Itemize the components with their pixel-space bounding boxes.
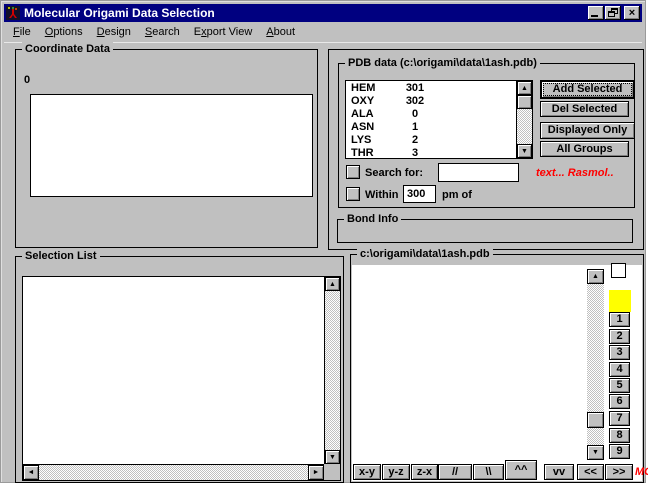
bond-info-title: Bond Info [344, 212, 401, 227]
arrow-left-icon: ◄ [28, 469, 35, 476]
bond-info-group: Bond Info [337, 219, 633, 243]
selection-list-group: Selection List ▲ ▼ ◄ ► [15, 256, 344, 483]
coordinate-data-list[interactable] [30, 94, 313, 197]
pdb-list[interactable]: HEM301 OXY302 ALA0 ASN1 LYS2 THR3 ▲ ▼ [345, 80, 533, 159]
group-button-8[interactable]: 8 [609, 428, 630, 443]
molecule-view-title: c:\origami\data\1ash.pdb [357, 247, 493, 262]
scroll-left-button[interactable]: ◄ [23, 465, 39, 480]
arrow-down-icon: ▼ [329, 454, 336, 461]
group-button-7[interactable]: 7 [609, 411, 630, 426]
within-label: Within [365, 189, 399, 202]
menu-design[interactable]: Design [90, 24, 138, 40]
selection-v-scrollbar[interactable]: ▲ ▼ [324, 277, 340, 464]
pdb-list-item[interactable]: LYS2 [346, 134, 515, 147]
scroll-down-button[interactable]: ▼ [587, 445, 604, 460]
pan-left-button[interactable]: << [577, 464, 604, 480]
app-window: Molecular Origami Data Selection × File … [0, 0, 646, 483]
arrow-up-icon: ▲ [521, 85, 528, 92]
search-checkbox[interactable] [346, 165, 360, 179]
group-button-5[interactable]: 5 [609, 378, 630, 393]
title-bar: Molecular Origami Data Selection × [4, 4, 642, 22]
text-rasmol-links[interactable]: text... Rasmol.. [536, 167, 614, 179]
group-button-9[interactable]: 9 [609, 444, 630, 459]
pan-up-button[interactable]: ^^ [505, 460, 537, 480]
selection-h-scrollbar[interactable]: ◄ ► [23, 464, 324, 480]
scroll-down-button[interactable]: ▼ [325, 450, 340, 464]
search-input[interactable] [438, 163, 519, 182]
menu-export-view[interactable]: Export View [187, 24, 260, 40]
window-title: Molecular Origami Data Selection [24, 6, 215, 20]
within-suffix-label: pm of [442, 189, 472, 202]
pdb-list-item[interactable]: THR3 [346, 147, 515, 160]
close-icon: × [629, 8, 635, 19]
rotate-ccw-button[interactable]: \\ [473, 464, 504, 480]
pdb-list-item[interactable]: HEM301 [346, 82, 515, 95]
displayed-only-button[interactable]: Displayed Only [540, 122, 635, 139]
pdb-data-title: PDB data (c:\origami\data\1ash.pdb) [345, 56, 540, 71]
within-checkbox[interactable] [346, 187, 360, 201]
arrow-right-icon: ► [313, 469, 320, 476]
canvas-v-scrollbar[interactable]: ▲ ▼ [587, 269, 604, 460]
menu-file[interactable]: File [6, 24, 38, 40]
pdb-data-group: PDB data (c:\origami\data\1ash.pdb) HEM3… [338, 63, 635, 208]
group-button-1[interactable]: 1 [609, 312, 630, 327]
pdb-list-item[interactable]: OXY302 [346, 95, 515, 108]
scroll-up-button[interactable]: ▲ [587, 269, 604, 284]
molecule-view-group: c:\origami\data\1ash.pdb ▲ ▼ 1 2 3 4 5 6… [350, 254, 644, 483]
within-distance-input[interactable] [403, 185, 436, 203]
scrollbar-thumb[interactable] [517, 95, 532, 109]
del-selected-button[interactable]: Del Selected [540, 101, 629, 117]
arrow-down-icon: ▼ [592, 449, 599, 456]
menu-bar: File Options Design Search Export View A… [4, 22, 642, 43]
minimize-icon [591, 15, 598, 17]
scrollbar-corner [324, 464, 340, 480]
pan-right-button[interactable]: >> [605, 464, 633, 480]
arrow-up-icon: ▲ [592, 273, 599, 280]
group-button-6[interactable]: 6 [609, 394, 630, 409]
arrow-down-icon: ▼ [521, 148, 528, 155]
scroll-down-button[interactable]: ▼ [517, 144, 532, 158]
display-checkbox[interactable] [611, 263, 626, 278]
scrollbar-thumb[interactable] [587, 412, 604, 428]
color-marker[interactable] [609, 290, 631, 312]
view-yz-button[interactable]: y-z [382, 464, 410, 480]
scroll-right-button[interactable]: ► [308, 465, 324, 480]
pdb-list-item[interactable]: ASN1 [346, 121, 515, 134]
arrow-up-icon: ▲ [329, 281, 336, 288]
coordinate-data-title: Coordinate Data [22, 42, 113, 57]
selection-list-title: Selection List [22, 249, 100, 264]
group-button-4[interactable]: 4 [609, 362, 630, 377]
minimize-button[interactable] [588, 6, 604, 20]
mo-link[interactable]: MO... [635, 466, 648, 478]
menu-search[interactable]: Search [138, 24, 187, 40]
group-button-3[interactable]: 3 [609, 345, 630, 360]
group-button-2[interactable]: 2 [609, 329, 630, 344]
search-label: Search for: [365, 167, 423, 180]
view-xy-button[interactable]: x-y [353, 464, 381, 480]
view-zx-button[interactable]: z-x [411, 464, 438, 480]
close-button[interactable]: × [624, 6, 640, 20]
scroll-up-button[interactable]: ▲ [517, 81, 532, 95]
pdb-list-scrollbar[interactable]: ▲ ▼ [516, 81, 532, 158]
coordinate-count: 0 [24, 74, 30, 87]
app-icon [6, 6, 20, 20]
selection-list[interactable]: ▲ ▼ ◄ ► [22, 276, 341, 481]
pdb-list-item[interactable]: ALA0 [346, 108, 515, 121]
add-selected-button[interactable]: Add Selected [540, 80, 635, 99]
menu-about[interactable]: About [259, 24, 302, 40]
restore-button[interactable] [605, 6, 621, 20]
coordinate-data-group: Coordinate Data 0 [15, 49, 318, 248]
scroll-up-button[interactable]: ▲ [325, 277, 340, 291]
all-groups-button[interactable]: All Groups [540, 141, 629, 157]
rotate-cw-button[interactable]: // [438, 464, 472, 480]
menu-options[interactable]: Options [38, 24, 90, 40]
pan-down-button[interactable]: vv [544, 464, 574, 480]
